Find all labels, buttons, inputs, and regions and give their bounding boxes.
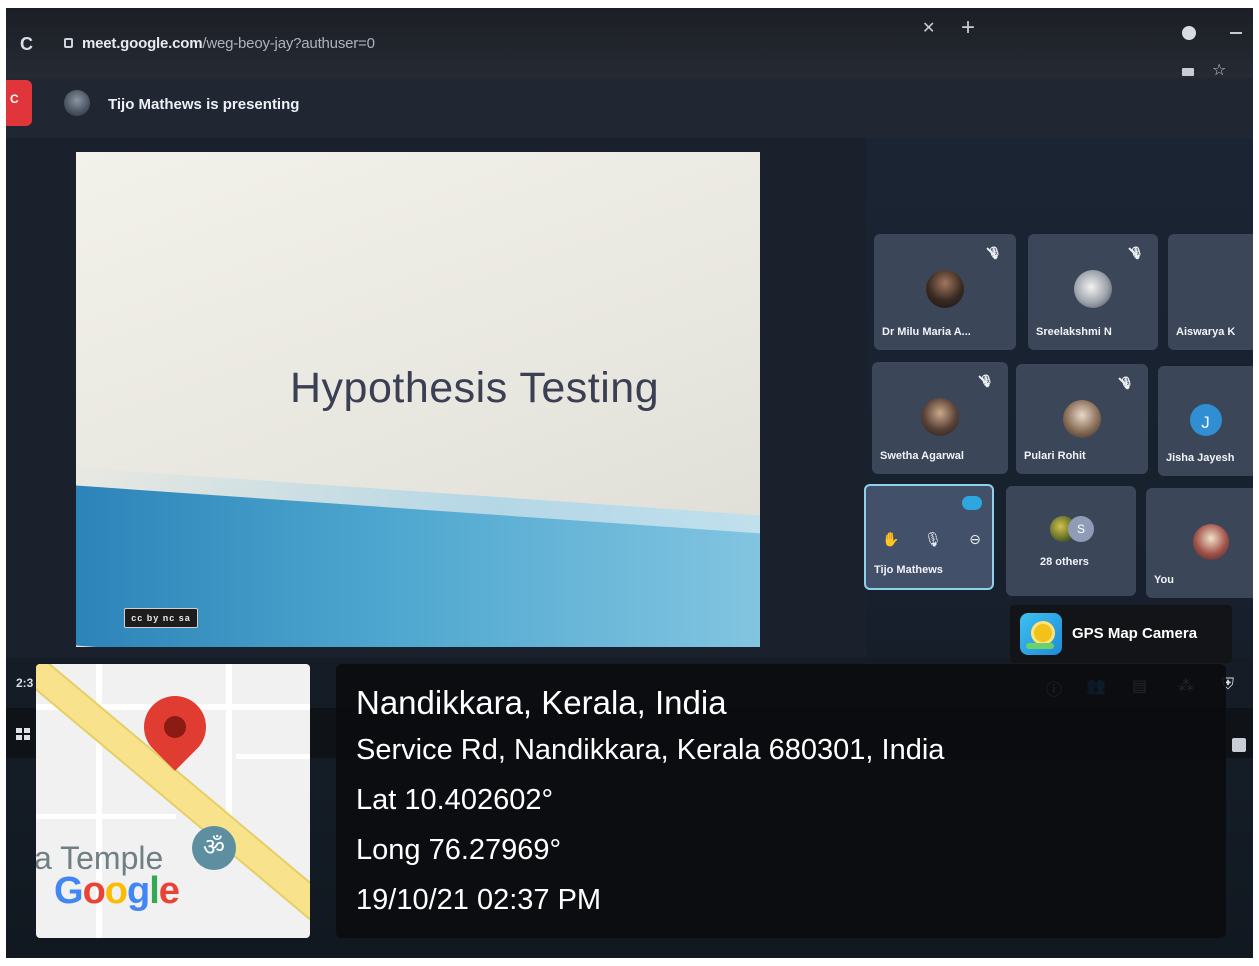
participant-tile[interactable]: Aiswarya K (1168, 234, 1253, 350)
minimize-icon[interactable] (1230, 32, 1242, 34)
presentation-stage: Hypothesis Testing cc by nc sa (6, 138, 866, 658)
tab-close-icon[interactable]: ✕ (922, 18, 935, 38)
meeting-time: 2:3 (16, 676, 34, 690)
photo-frame: C meet.google.com/weg-beoy-jay?authuser=… (6, 8, 1253, 958)
participant-name: Dr Milu Maria A... (882, 326, 971, 338)
participant-name: You (1154, 574, 1174, 586)
others-avatar-stack: S (1050, 516, 1104, 542)
tile-hover-controls: ✋ 🎙 ⊖ (880, 528, 990, 552)
map-thumbnail: ॐ a Temple Google (36, 664, 310, 938)
participant-tile[interactable]: 🎙 Dr Milu Maria A... (874, 234, 1016, 350)
notification-icon[interactable] (1232, 738, 1246, 752)
bookmark-star-icon[interactable]: ☆ (1212, 60, 1226, 80)
participant-tile-presenter[interactable]: ✋ 🎙 ⊖ Tijo Mathews (864, 484, 994, 590)
pin-icon[interactable]: ✋ (880, 528, 902, 550)
participant-name: Pulari Rohit (1024, 450, 1086, 462)
new-tab-icon[interactable]: + (961, 14, 975, 42)
avatar (926, 270, 964, 308)
lock-icon (64, 38, 73, 48)
participant-name: Swetha Agarwal (880, 450, 964, 462)
avatar (1074, 270, 1112, 308)
place-name: Nandikkara, Kerala, India (356, 684, 727, 721)
url-domain: meet.google.com (82, 35, 203, 52)
speaking-indicator-icon (962, 496, 982, 510)
others-count: 28 others (1040, 556, 1089, 568)
full-address: Service Rd, Nandikkara, Kerala 680301, I… (356, 734, 945, 766)
location-info-panel: Nandikkara, Kerala, India Service Rd, Na… (336, 664, 1226, 938)
avatar (1063, 400, 1101, 438)
participant-tile[interactable]: 🎙 Pulari Rohit (1016, 364, 1148, 474)
participant-name: Tijo Mathews (874, 564, 943, 576)
reload-icon[interactable]: C (20, 34, 33, 55)
latitude: Lat 10.402602° (356, 784, 554, 816)
gps-camera-brand: GPS Map Camera (1010, 605, 1232, 663)
participant-tile-self[interactable]: You (1146, 488, 1253, 598)
mic-off-icon: 🎙 (978, 374, 994, 388)
participant-tile-others[interactable]: S 28 others (1006, 486, 1136, 596)
gps-camera-title: GPS Map Camera (1072, 625, 1198, 642)
mic-off-icon: 🎙 (1128, 246, 1144, 260)
url-path: /weg-beoy-jay?authuser=0 (202, 35, 375, 52)
presenting-label: Tijo Mathews is presenting (108, 96, 300, 113)
google-logo: Google (54, 870, 180, 912)
om-icon: ॐ (192, 826, 236, 870)
map-road (236, 754, 310, 759)
participant-tile[interactable]: 🎙 Swetha Agarwal (872, 362, 1008, 474)
browser-toolbar: C meet.google.com/weg-beoy-jay?authuser=… (6, 8, 1253, 80)
windows-start-icon[interactable] (16, 728, 30, 740)
participant-name: Aiswarya K (1176, 326, 1236, 338)
participant-name: Sreelakshmi N (1036, 326, 1112, 338)
avatar (1193, 524, 1229, 560)
longitude: Long 76.27969° (356, 834, 562, 866)
participant-tile[interactable]: J Jisha Jayesh (1158, 366, 1253, 476)
slide-title: Hypothesis Testing (290, 364, 660, 412)
avatar (921, 398, 959, 436)
timestamp: 19/10/21 02:37 PM (356, 884, 602, 916)
meet-logo: C (6, 80, 32, 126)
address-bar[interactable]: meet.google.com/weg-beoy-jay?authuser=0 (82, 35, 375, 52)
avatar-initial: J (1189, 404, 1222, 436)
mic-off-icon: 🎙 (1118, 376, 1134, 390)
meet-header: C Tijo Mathews is presenting (6, 78, 1253, 138)
gps-camera-logo-icon (1020, 613, 1062, 655)
profile-icon[interactable] (1182, 26, 1196, 40)
mic-off-icon: 🎙 (986, 246, 1002, 260)
camera-icon[interactable] (1182, 68, 1194, 76)
avatar-initial: S (1068, 516, 1094, 542)
participant-tile[interactable]: 🎙 Sreelakshmi N (1028, 234, 1158, 350)
mic-icon[interactable]: 🎙 (922, 528, 944, 550)
presenter-avatar (64, 90, 90, 116)
participant-name: Jisha Jayesh (1166, 452, 1235, 464)
remove-icon[interactable]: ⊖ (964, 528, 986, 550)
map-road (36, 814, 176, 819)
cc-license-badge: cc by nc sa (124, 608, 198, 628)
shared-slide: Hypothesis Testing cc by nc sa (76, 152, 760, 647)
